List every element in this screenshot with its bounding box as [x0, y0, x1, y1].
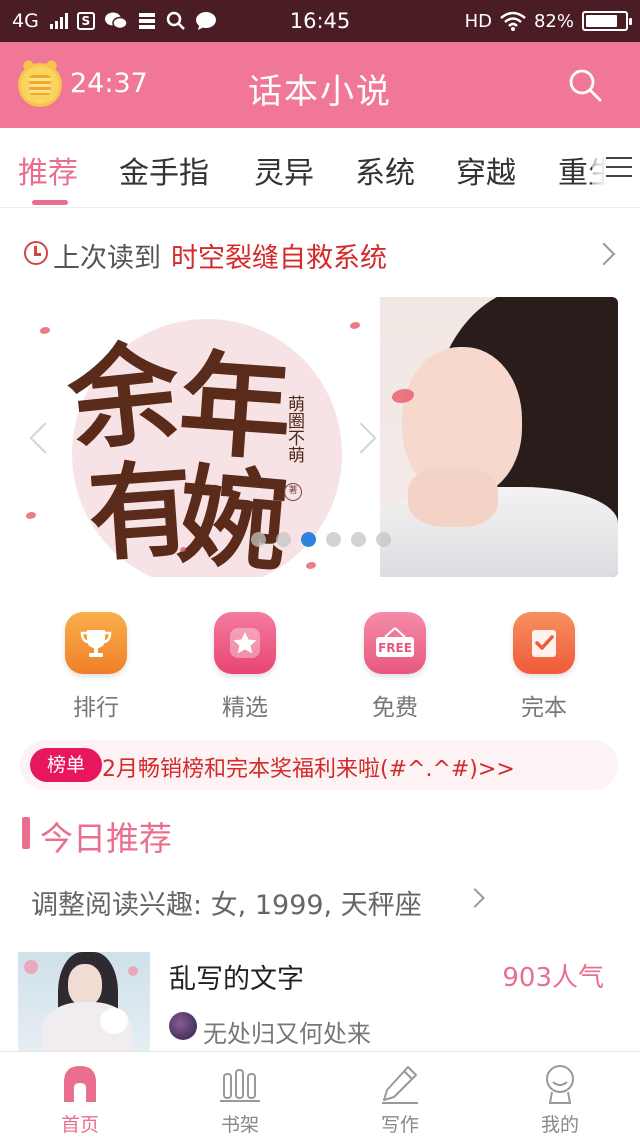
quick-entry-ranking[interactable]: 排行 — [36, 612, 156, 722]
battery-level-fill — [586, 15, 618, 27]
bunny-illustration — [100, 1008, 128, 1034]
battery-icon — [582, 11, 632, 31]
quick-entry-label: 免费 — [372, 695, 418, 721]
clock-icon — [24, 241, 48, 265]
banner-photo — [380, 297, 618, 577]
book-author: 无处归又何处来 — [203, 1020, 371, 1048]
quick-entry-label: 排行 — [73, 695, 119, 721]
tab-system[interactable]: 系统 — [355, 148, 415, 192]
banner-pagination — [251, 532, 391, 547]
tab-supernatural[interactable]: 灵异 — [254, 148, 314, 192]
last-read-label: 上次读到 — [53, 243, 161, 274]
chevron-right-icon[interactable] — [592, 242, 616, 266]
banner-carousel[interactable]: 余 年 有 婉 萌圈不萌 著 — [20, 297, 618, 577]
petal-decoration — [350, 322, 360, 329]
nav-home[interactable]: 首页 — [0, 1052, 160, 1138]
app-title: 话本小说 — [248, 72, 392, 112]
tab-golden-finger[interactable]: 金手指 — [119, 148, 209, 192]
checked-book-icon — [513, 612, 575, 674]
quick-entry-label: 完本 — [521, 695, 567, 721]
search-icon[interactable] — [568, 68, 602, 102]
active-tab-indicator — [32, 200, 68, 205]
notice-badge: 榜单 — [30, 748, 102, 782]
book-list-item[interactable]: 乱写的文字 903人气 无处归又何处来 — [18, 952, 622, 1052]
nav-label: 首页 — [60, 1114, 99, 1136]
adjust-interest-link[interactable]: 调整阅读兴趣: 女, 1999, 天秤座 — [31, 883, 422, 922]
banner-dot[interactable] — [251, 532, 266, 547]
bookshelf-icon — [220, 1069, 260, 1102]
banner-stamp: 著 — [284, 483, 302, 501]
nav-label: 写作 — [380, 1114, 419, 1136]
category-tabs: 推荐 金手指 灵异 系统 穿越 重生 — [0, 128, 640, 208]
nav-label: 书架 — [220, 1114, 259, 1136]
nav-label: 我的 — [540, 1114, 579, 1136]
tab-time-travel[interactable]: 穿越 — [456, 148, 516, 192]
banner-dot[interactable] — [351, 532, 366, 547]
last-read-row[interactable]: 上次读到 时空裂缝自救系统 — [0, 210, 640, 296]
book-popularity: 903人气 — [502, 963, 604, 993]
banner-dot[interactable] — [326, 532, 341, 547]
wifi-icon — [500, 11, 526, 31]
chevron-right-icon[interactable] — [465, 888, 485, 908]
profile-icon — [546, 1065, 574, 1104]
book-cover[interactable] — [18, 952, 150, 1052]
section-title: 今日推荐 — [40, 819, 172, 858]
banner-dot[interactable] — [276, 532, 291, 547]
book-title[interactable]: 乱写的文字 — [169, 957, 304, 996]
star-icon — [214, 612, 276, 674]
free-sign-text: FREE — [378, 641, 412, 655]
nav-bookshelf[interactable]: 书架 — [160, 1052, 320, 1138]
author-avatar — [169, 1012, 197, 1040]
last-read-book-title[interactable]: 时空裂缝自救系统 — [171, 236, 387, 275]
banner-author: 萌圈不萌 — [284, 395, 304, 463]
hamburger-menu-icon[interactable] — [592, 128, 640, 206]
tab-recommend[interactable]: 推荐 — [18, 148, 78, 192]
notice-bar[interactable]: 榜单 2月畅销榜和完本奖福利来啦(#^.^#)>> — [20, 740, 618, 790]
quick-entry-completed[interactable]: 完本 — [484, 612, 604, 722]
quick-entry-label: 精选 — [222, 695, 268, 721]
free-sign-icon: FREE — [364, 612, 426, 674]
nav-write[interactable]: 写作 — [320, 1052, 480, 1138]
status-right-icons: HD 82% — [464, 0, 632, 42]
quick-entry-featured[interactable]: 精选 — [185, 612, 305, 722]
petal-decoration — [26, 512, 36, 519]
status-bar: 4G S 16:45 HD 82% — [0, 0, 640, 42]
section-title-marker — [22, 817, 30, 849]
notice-text[interactable]: 2月畅销榜和完本奖福利来啦(#^.^#)>> — [102, 751, 515, 783]
quick-entry-free[interactable]: FREE 免费 — [335, 612, 455, 722]
petal-decoration — [40, 327, 50, 334]
battery-percent: 82% — [533, 10, 574, 32]
bottom-nav: 首页 书架 写作 我的 — [0, 1051, 640, 1138]
banner-title-char: 婉 — [173, 452, 293, 577]
home-icon — [64, 1066, 96, 1102]
banner-dot-active[interactable] — [301, 532, 316, 547]
pencil-icon — [382, 1066, 418, 1104]
trophy-icon — [65, 612, 127, 674]
app-header: 24:37 话本小说 — [0, 42, 640, 128]
banner-dot[interactable] — [376, 532, 391, 547]
nav-profile[interactable]: 我的 — [480, 1052, 640, 1138]
hd-indicator: HD — [464, 10, 492, 32]
petal-decoration — [306, 562, 316, 569]
